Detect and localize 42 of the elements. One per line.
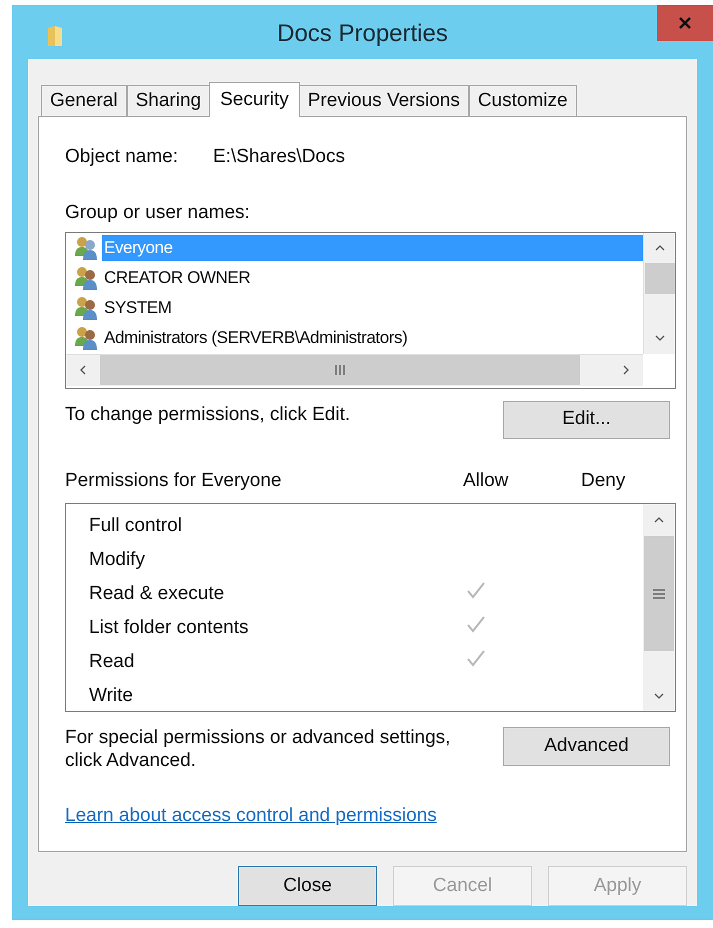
vertical-scrollbar[interactable] <box>643 232 675 354</box>
folder-icon <box>47 25 63 47</box>
users-icon <box>74 236 100 260</box>
users-icon <box>74 326 100 350</box>
vertical-scrollbar[interactable] <box>643 504 675 711</box>
advanced-button[interactable]: Advanced <box>503 727 670 766</box>
close-button[interactable] <box>657 5 713 41</box>
change-hint: To change permissions, click Edit. <box>65 402 350 426</box>
tab[interactable]: Security <box>209 82 300 117</box>
window-title: Docs Properties <box>277 19 448 49</box>
permissions-label: Permissions for Everyone <box>65 468 282 492</box>
user-item[interactable]: Administrators (SERVERB\Administrators) <box>102 324 412 350</box>
column-header: Deny <box>581 468 626 492</box>
horizontal-scrollbar[interactable] <box>66 354 643 386</box>
edit-button[interactable]: Edit... <box>503 400 670 438</box>
permission-name: List folder contents <box>89 616 250 640</box>
permission-name: Full control <box>89 514 183 538</box>
object-name-label: Object name: <box>65 145 179 169</box>
users-icon <box>74 266 100 290</box>
user-item[interactable]: SYSTEM <box>102 294 176 320</box>
advanced-hint: For special permissions or advanced settings, click Advanced. <box>65 726 452 772</box>
tab[interactable]: Customize <box>468 85 577 116</box>
scrollbar-thumb[interactable] <box>100 355 580 385</box>
user-item[interactable]: CREATOR OWNER <box>102 264 254 290</box>
close-icon <box>678 16 692 30</box>
group-label: Group or user names: <box>65 201 251 225</box>
grip-icon <box>335 365 345 375</box>
grip-icon <box>653 588 665 598</box>
permission-name: Write <box>89 684 134 708</box>
permission-name: Read & execute <box>89 582 226 606</box>
tab[interactable]: General <box>41 85 127 116</box>
permission-name: Read <box>89 650 136 674</box>
permission-name: Modify <box>89 548 146 572</box>
tab[interactable]: Previous Versions <box>298 85 469 116</box>
tab[interactable]: Sharing <box>126 85 210 116</box>
column-header: Allow <box>463 468 510 492</box>
help-link[interactable]: Learn about access control and permissions <box>65 802 437 830</box>
scrollbar-thumb[interactable] <box>644 536 674 651</box>
users-icon <box>74 296 100 320</box>
object-name-value: E:\Shares\Docs <box>213 145 345 169</box>
scrollbar-thumb[interactable] <box>644 262 674 294</box>
dialog-button[interactable]: Close <box>238 866 377 906</box>
